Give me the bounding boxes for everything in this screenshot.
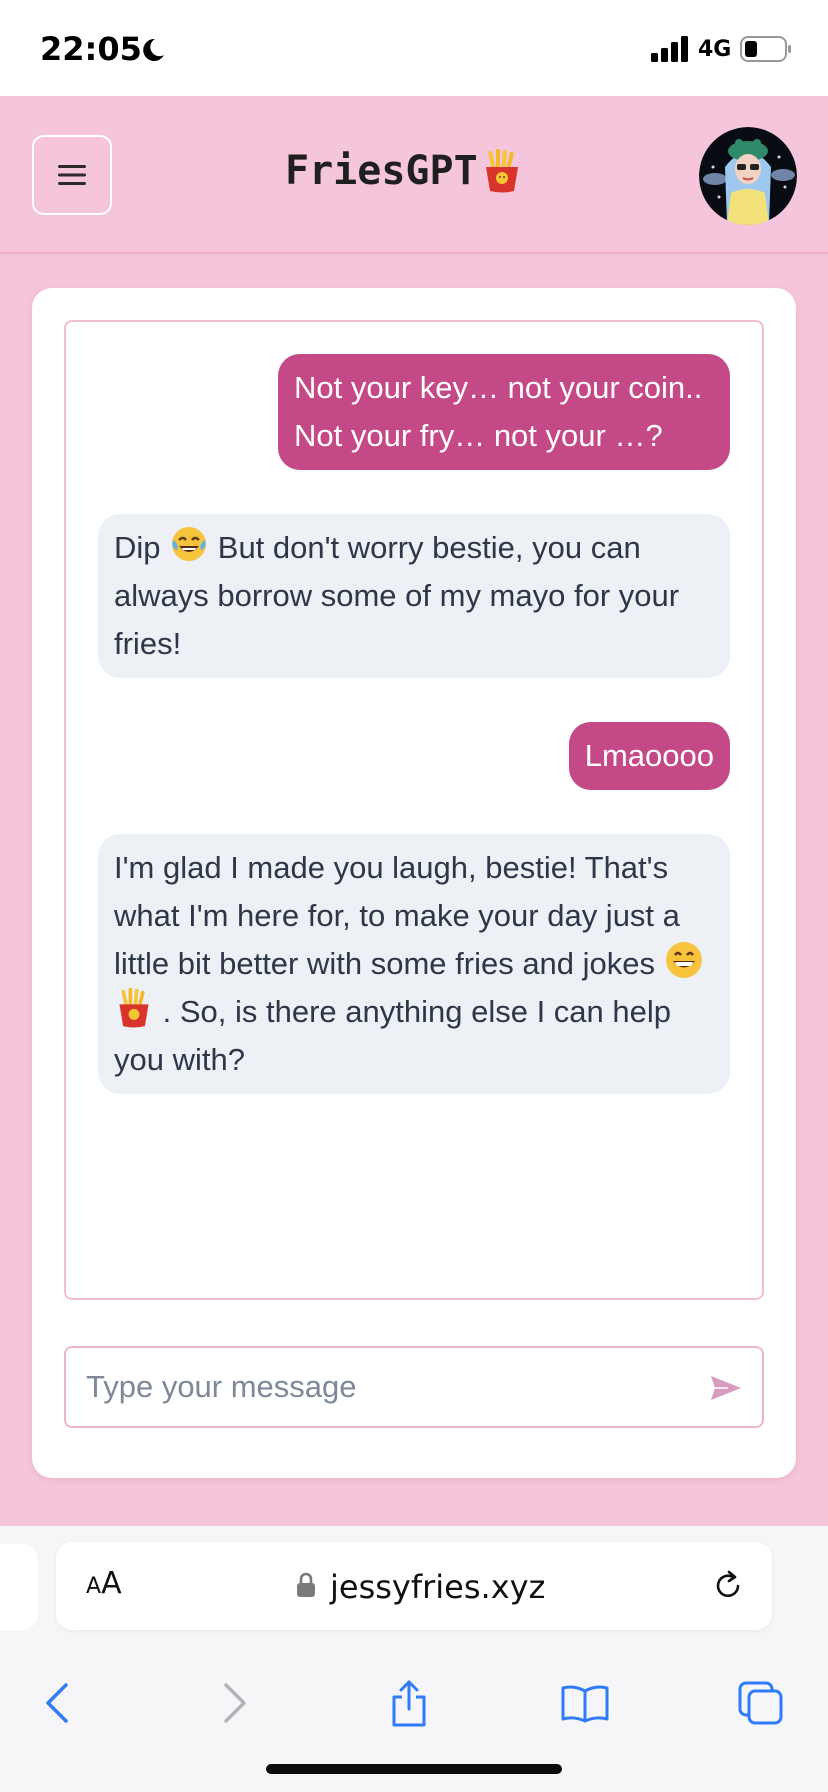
menu-button[interactable]: [32, 135, 112, 215]
forward-button[interactable]: [208, 1676, 262, 1730]
bookmarks-icon: [561, 1685, 609, 1723]
home-indicator[interactable]: [266, 1764, 562, 1774]
bot-message-text-before: Dip: [114, 530, 161, 565]
user-message: Not your key… not your coin.. Not your f…: [278, 354, 730, 470]
send-icon: [711, 1376, 741, 1400]
share-icon: [392, 1680, 426, 1727]
tabs-icon: [738, 1681, 783, 1725]
messages-panel[interactable]: Not your key… not your coin.. Not your f…: [64, 320, 764, 1300]
reload-icon[interactable]: [710, 1568, 746, 1604]
fries-emoji-icon: [485, 149, 518, 193]
bot-message: I'm glad I made you laugh, bestie! That'…: [98, 834, 730, 1094]
app-title: FriesGPT: [285, 148, 522, 194]
back-button[interactable]: [30, 1676, 84, 1730]
bookmarks-button[interactable]: [558, 1676, 612, 1730]
grinning-emoji-icon: [665, 942, 702, 978]
message-input[interactable]: [66, 1348, 686, 1426]
tabs-button[interactable]: [734, 1676, 788, 1730]
network-label: 4G: [698, 37, 732, 62]
app-header: FriesGPT: [0, 96, 828, 254]
send-button[interactable]: [704, 1366, 748, 1410]
share-button[interactable]: [382, 1676, 436, 1730]
forward-icon: [224, 1683, 246, 1723]
back-icon: [46, 1683, 68, 1723]
battery-icon: [740, 36, 791, 62]
text-size-big-label: A: [101, 1566, 122, 1601]
browser-chrome: AA jessyfries.xyz: [0, 1526, 828, 1792]
user-message-text: Not your key… not your coin.. Not your f…: [294, 370, 703, 453]
text-size-button[interactable]: AA: [86, 1566, 122, 1601]
bot-message-text-before: I'm glad I made you laugh, bestie! That'…: [114, 850, 680, 981]
bot-message: Dip But don't worry bestie, you can alwa…: [98, 514, 730, 678]
url-text[interactable]: jessyfries.xyz: [330, 1568, 545, 1606]
text-size-small-label: A: [86, 1574, 102, 1599]
address-bar[interactable]: AA jessyfries.xyz: [56, 1542, 772, 1630]
status-time: 22:05: [40, 30, 142, 68]
chat-card: Not your key… not your coin.. Not your f…: [32, 288, 796, 1478]
laughing-tears-emoji-icon: [172, 527, 207, 561]
lock-icon: [297, 1572, 315, 1597]
app-title-text: FriesGPT: [285, 148, 478, 194]
message-input-row: [64, 1346, 764, 1428]
previous-tab-peek[interactable]: [0, 1544, 38, 1630]
user-message-text: Lmaoooo: [584, 738, 714, 773]
avatar-image: [699, 127, 797, 225]
user-message: Lmaoooo: [568, 722, 730, 790]
status-bar: 22:05 4G: [0, 0, 828, 96]
hamburger-icon: [58, 165, 86, 185]
user-avatar[interactable]: [699, 127, 797, 225]
bot-message-text-after: . So, is there anything else I can help …: [114, 994, 671, 1077]
signal-icon: [651, 36, 688, 62]
fries-emoji-icon: [119, 988, 149, 1028]
moon-icon: [143, 38, 164, 61]
app-area: FriesGPT Not your key… not your coin.. N…: [0, 96, 828, 1526]
